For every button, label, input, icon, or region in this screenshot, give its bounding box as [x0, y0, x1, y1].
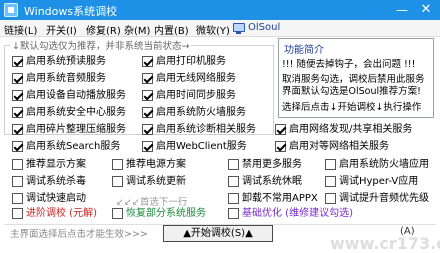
- checkbox-label: 调试系统休眠: [242, 176, 302, 187]
- checkbox-unchecked-icon[interactable]: [325, 193, 336, 204]
- checkbox-checked-icon[interactable]: [12, 124, 23, 135]
- checkbox-unchecked-icon[interactable]: [12, 193, 23, 204]
- checkbox-label: 启用设备自动播放服务: [26, 90, 126, 101]
- checkbox-unchecked-icon[interactable]: [112, 208, 123, 219]
- checkbox-label: 启用对等网络相关服务: [289, 141, 389, 152]
- menu-builtin[interactable]: 内置(B): [154, 22, 189, 37]
- info-line: 选择后点击↓开始调校↓执行操作: [282, 102, 422, 113]
- checkbox-checked-icon[interactable]: [142, 73, 153, 84]
- checkbox-checked-icon[interactable]: [142, 141, 153, 152]
- checkbox-label: 启用网络发现/共享相关服务: [289, 124, 413, 135]
- menu-links[interactable]: 链接(L): [4, 22, 37, 37]
- checkbox-label: 启用系统预读服务: [26, 56, 106, 67]
- checkbox-checked-icon[interactable]: [142, 107, 153, 118]
- checkbox-label: 恢复部分系统服务: [126, 208, 206, 219]
- checkbox-label: 启用无线网络服务: [156, 73, 236, 84]
- menu-microsoft[interactable]: 微软(Y): [196, 22, 230, 37]
- checkbox-checked-icon[interactable]: [12, 141, 23, 152]
- group-legend: ↓默认勾选仅为推荐，并非系统当前状态→: [10, 38, 192, 52]
- hint-arrows: ↙↙↙首选下一行: [116, 197, 188, 208]
- checkbox-label: 启用系统Search服务: [26, 141, 121, 152]
- checkbox-label: 启用系统安全中心服务: [26, 107, 126, 118]
- checkbox-checked-icon[interactable]: [275, 141, 286, 152]
- checkbox-checked-icon[interactable]: [12, 107, 23, 118]
- checkbox-checked-icon[interactable]: [12, 73, 23, 84]
- checkbox-label: 启用系统防火墙服务: [156, 107, 246, 118]
- checkbox-label: 启用系统防火墙应用: [339, 159, 429, 170]
- checkbox-label: 调试提升音频优先级: [339, 193, 429, 204]
- checkbox-checked-icon[interactable]: [142, 124, 153, 135]
- checkbox-unchecked-icon[interactable]: [12, 159, 23, 170]
- checkbox-label: 启用WebClient服务: [156, 141, 247, 152]
- info-title: 功能简介: [284, 45, 324, 56]
- checkbox-label: 调试Hyper-V应用: [339, 176, 419, 187]
- checkbox-label: 推荐电源方案: [126, 159, 186, 170]
- close-button[interactable]: ✕: [414, 0, 438, 20]
- checkbox-checked-icon[interactable]: [142, 90, 153, 101]
- checkbox-unchecked-icon[interactable]: [112, 159, 123, 170]
- menu-repair[interactable]: 修复(R): [86, 22, 121, 37]
- watermark: www.cr173.com: [330, 234, 440, 253]
- menu-bar: 链接(L) 开关(I) 修复(R) 杂(M) 内置(B) 微软(Y) OlSou…: [0, 20, 440, 37]
- checkbox-unchecked-icon[interactable]: [228, 159, 239, 170]
- checkbox-unchecked-icon[interactable]: [228, 208, 239, 219]
- checkbox-label: 调试快速启动: [26, 193, 86, 204]
- status-text: 主界面选择后点击才能生效>>>: [10, 229, 148, 240]
- checkbox-checked-icon[interactable]: [12, 56, 23, 67]
- checkbox-unchecked-icon[interactable]: [112, 176, 123, 187]
- app-icon: [4, 3, 18, 17]
- checkbox-unchecked-icon[interactable]: [325, 159, 336, 170]
- checkbox-label: 启用碎片整理压缩服务: [26, 124, 126, 135]
- menu-misc[interactable]: 杂(M): [124, 22, 150, 37]
- checkbox-unchecked-icon[interactable]: [12, 176, 23, 187]
- checkbox-label: 启用系统音频服务: [26, 73, 106, 84]
- monitor-icon: [233, 23, 245, 34]
- checkbox-unchecked-icon[interactable]: [228, 193, 239, 204]
- checkbox-label: 启用打印机服务: [156, 56, 226, 67]
- checkbox-label: 禁用更多服务: [242, 159, 302, 170]
- checkbox-unchecked-icon[interactable]: [325, 176, 336, 187]
- checkbox-label: 调试系统更新: [126, 176, 186, 187]
- info-line: !!! 随便去掉钩子，会出问题 !!!: [282, 59, 416, 70]
- checkbox-unchecked-icon[interactable]: [12, 208, 23, 219]
- title-bar: Windows系统调校 — ✕: [0, 0, 440, 20]
- checkbox-label: 调试系统杀毒: [26, 176, 86, 187]
- checkbox-label: 启用系统诊断相关服务: [156, 124, 256, 135]
- start-tuning-button[interactable]: ▲开始调校(S)▲: [163, 225, 273, 242]
- checkbox-label: 卸载不常用APPX: [242, 193, 318, 204]
- minimize-button[interactable]: —: [390, 0, 414, 20]
- menu-olsoul[interactable]: OlSoul: [248, 22, 280, 33]
- checkbox-checked-icon[interactable]: [142, 56, 153, 67]
- info-line: 界面默认勾选是OlSoul推荐方案!: [282, 86, 421, 97]
- checkbox-label: 启用时间同步服务: [156, 90, 236, 101]
- checkbox-label: 进阶调校 (元解): [26, 208, 97, 219]
- checkbox-label: 基础优化 (维修建议勾选): [242, 208, 353, 219]
- checkbox-unchecked-icon[interactable]: [228, 176, 239, 187]
- checkbox-label: 推荐显示方案: [26, 159, 86, 170]
- window-title: Windows系统调校: [24, 5, 118, 18]
- checkbox-checked-icon[interactable]: [12, 90, 23, 101]
- checkbox-checked-icon[interactable]: [275, 124, 286, 135]
- menu-switches[interactable]: 开关(I): [46, 22, 77, 37]
